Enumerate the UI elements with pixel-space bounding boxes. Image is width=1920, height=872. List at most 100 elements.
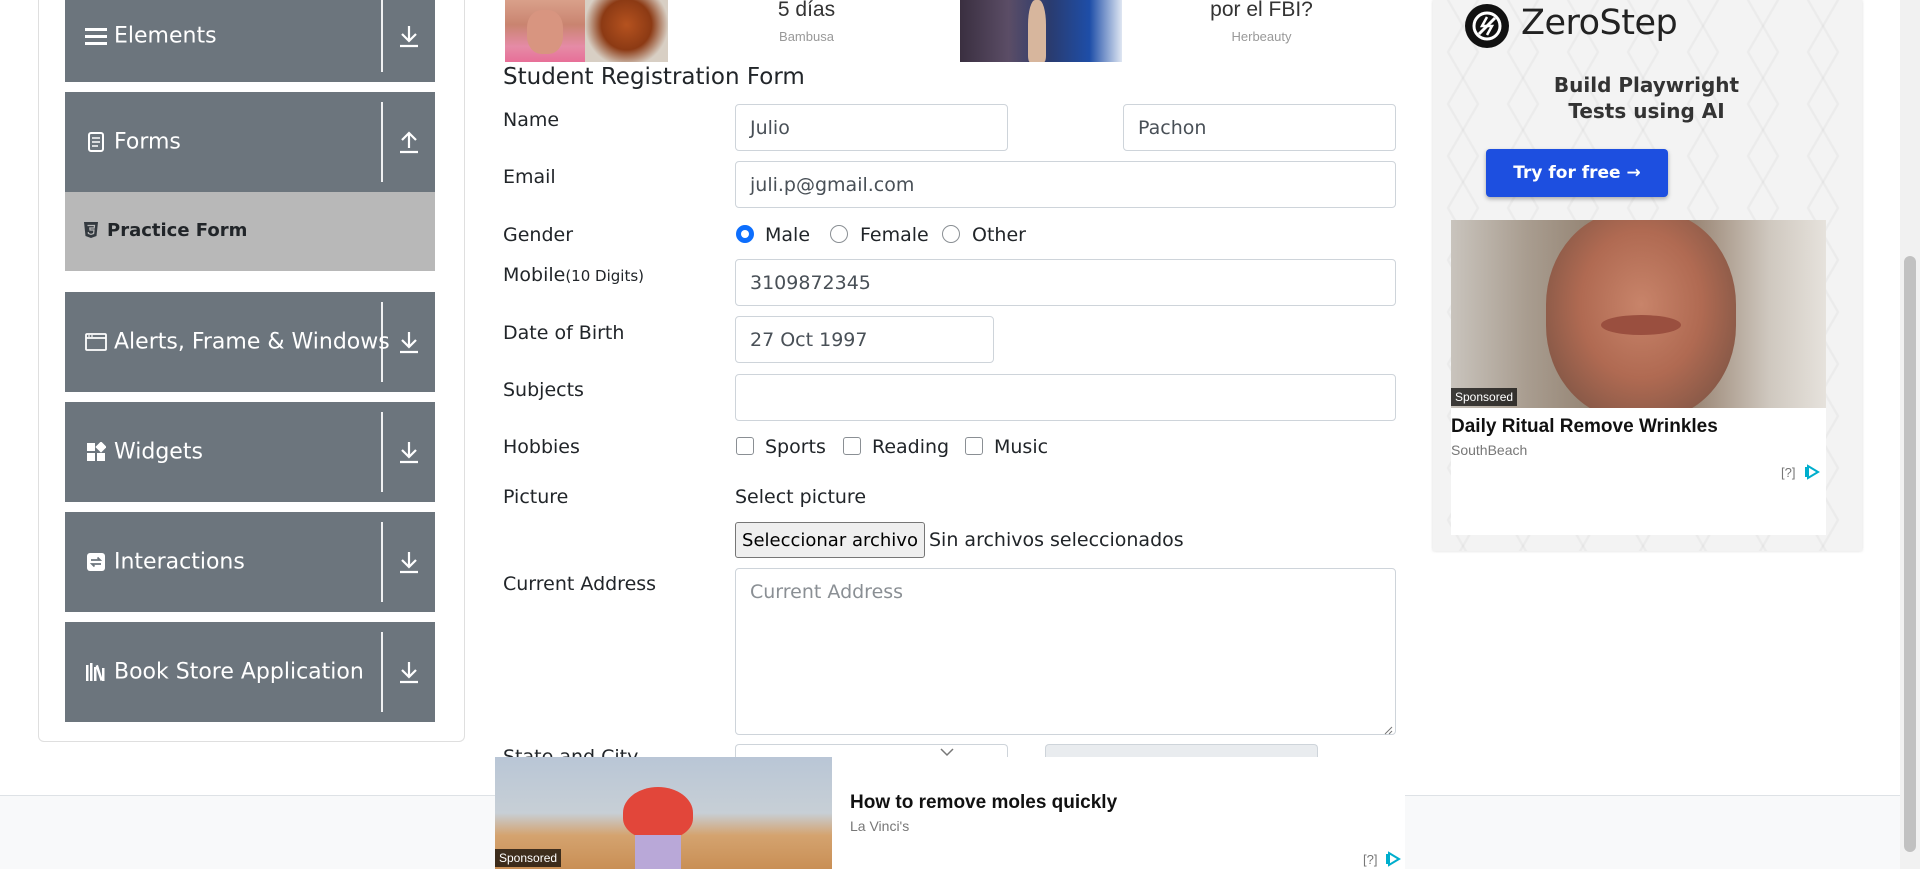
hobby-option-label[interactable]: Reading: [872, 436, 949, 458]
hamburger-icon: [85, 25, 107, 47]
city-select[interactable]: [1045, 744, 1318, 757]
html5-icon: [83, 221, 99, 239]
hobby-checkbox-reading[interactable]: [843, 437, 861, 455]
ad-title[interactable]: por el FBI?: [1180, 0, 1343, 22]
ad-info-link[interactable]: [?]: [1781, 465, 1795, 480]
choose-file-button[interactable]: Seleccionar archivo: [735, 522, 925, 558]
hobby-option-label[interactable]: Sports: [765, 436, 826, 458]
email-input[interactable]: juli.p@gmail.com: [735, 161, 1396, 208]
gender-option-label[interactable]: Female: [860, 224, 929, 246]
sidebar-group-widgets[interactable]: Widgets: [65, 402, 435, 502]
mobile-label-text: Mobile: [503, 264, 566, 286]
ad-subtitle: Build Playwright Tests using AI: [1501, 72, 1792, 124]
sidebar-group-interactions[interactable]: Interactions: [65, 512, 435, 612]
sidebar-group-label: Elements: [114, 23, 217, 49]
ad-thumbnail-fitness[interactable]: [505, 0, 668, 62]
picture-label: Picture: [503, 486, 569, 508]
hobby-checkbox-sports[interactable]: [736, 437, 754, 455]
sponsored-badge: Sponsored: [495, 849, 562, 867]
gender-option-label[interactable]: Other: [972, 224, 1026, 246]
sidebar-group-elements[interactable]: Elements: [65, 0, 435, 82]
current-address-textarea[interactable]: Current Address: [735, 568, 1396, 735]
hobby-checkbox-music[interactable]: [965, 437, 983, 455]
email-label: Email: [503, 166, 556, 188]
sidebar-divider: [381, 0, 383, 72]
dob-label: Date of Birth: [503, 322, 625, 344]
gender-radio-other[interactable]: [942, 225, 960, 243]
state-city-label: State and City: [503, 746, 639, 757]
widgets-icon: [85, 441, 107, 463]
right-ad-zerostep[interactable]: ZeroStep Build Playwright Tests using AI…: [1433, 0, 1862, 551]
download-arrow-icon[interactable]: [396, 548, 422, 576]
interactions-icon: [85, 551, 107, 573]
ad-source: SouthBeach: [1451, 442, 1528, 458]
state-select[interactable]: [735, 744, 1008, 757]
mobile-hint: (10 Digits): [565, 267, 644, 285]
ad-brand-name: ZeroStep: [1521, 3, 1678, 43]
address-label: Current Address: [503, 573, 657, 595]
sidebar-divider: [381, 302, 383, 382]
gender-label: Gender: [503, 224, 574, 246]
ad-thumbnail-runway[interactable]: [960, 0, 1122, 62]
adchoices-icon[interactable]: [1804, 464, 1820, 480]
sidebar-divider: [381, 632, 383, 712]
chevron-down-icon[interactable]: [938, 744, 956, 757]
gender-radio-female[interactable]: [830, 225, 848, 243]
upload-arrow-icon[interactable]: [396, 128, 422, 156]
ad-headline[interactable]: How to remove moles quickly: [850, 792, 1117, 814]
scrollbar-thumb[interactable]: [1904, 256, 1916, 852]
zerostep-logo-icon: [1465, 4, 1509, 48]
ad-source: La Vinci's: [850, 818, 910, 834]
ad-photo[interactable]: [1451, 220, 1826, 408]
sidebar-group-label: Alerts, Frame & Windows: [114, 329, 390, 355]
ad-card[interactable]: Sponsored Daily Ritual Remove Wrinkles S…: [1451, 220, 1826, 535]
try-for-free-button[interactable]: Try for free →: [1486, 149, 1668, 197]
sidebar-divider: [381, 102, 383, 182]
first-name-input[interactable]: Julio: [735, 104, 1008, 151]
hobbies-label: Hobbies: [503, 436, 580, 458]
file-status-text: Sin archivos seleccionados: [929, 529, 1184, 551]
sidebar-group-book-store[interactable]: Book Store Application: [65, 622, 435, 722]
state-city-label-clip: State and City: [503, 746, 733, 757]
download-arrow-icon[interactable]: [396, 328, 422, 356]
books-icon: [85, 661, 107, 683]
bottom-ad[interactable]: Sponsored How to remove moles quickly La…: [495, 757, 1405, 869]
sidebar-group-alerts[interactable]: Alerts, Frame & Windows: [65, 292, 435, 392]
resize-handle-icon[interactable]: [1383, 722, 1393, 735]
date-of-birth-input[interactable]: 27 Oct 1997: [735, 316, 994, 363]
mobile-label: Mobile(10 Digits): [503, 264, 644, 286]
sidebar-item-label: Practice Form: [107, 220, 248, 241]
mobile-input[interactable]: 3109872345: [735, 259, 1396, 306]
sidebar-group-label: Forms: [114, 129, 181, 155]
last-name-input[interactable]: Pachon: [1123, 104, 1396, 151]
ad-info-link[interactable]: [?]: [1363, 852, 1377, 867]
ad-headline[interactable]: Daily Ritual Remove Wrinkles: [1451, 416, 1718, 438]
sidebar-group-label: Interactions: [114, 549, 245, 575]
select-picture-label: Select picture: [735, 486, 867, 508]
sidebar-group-label: Book Store Application: [114, 659, 364, 685]
sidebar-item-practice-form[interactable]: Practice Form: [65, 192, 435, 271]
name-label: Name: [503, 109, 560, 131]
sidebar-divider: [381, 412, 383, 492]
ad-subtitle-line: Build Playwright: [1553, 73, 1740, 97]
ad-source: Herbeauty: [1231, 29, 1292, 44]
sidebar-group-label: Widgets: [114, 439, 203, 465]
gender-option-label[interactable]: Male: [765, 224, 810, 246]
download-arrow-icon[interactable]: [396, 438, 422, 466]
sidebar-group-forms[interactable]: Forms: [65, 92, 435, 192]
ad-title[interactable]: 5 días: [740, 0, 873, 22]
adchoices-icon[interactable]: [1385, 851, 1401, 867]
download-arrow-icon[interactable]: [396, 22, 422, 50]
window-icon: [85, 331, 107, 353]
form-title: Student Registration Form: [503, 64, 805, 90]
ad-subtitle-line: Tests using AI: [1568, 99, 1725, 123]
ad-source: Bambusa: [779, 29, 834, 44]
subjects-input[interactable]: [735, 374, 1396, 421]
sponsored-badge: Sponsored: [1451, 388, 1518, 406]
sidebar-divider: [381, 522, 383, 602]
gender-radio-male[interactable]: [736, 225, 754, 243]
subjects-label: Subjects: [503, 379, 584, 401]
hobby-option-label[interactable]: Music: [994, 436, 1048, 458]
document-icon: [85, 131, 107, 153]
download-arrow-icon[interactable]: [396, 658, 422, 686]
